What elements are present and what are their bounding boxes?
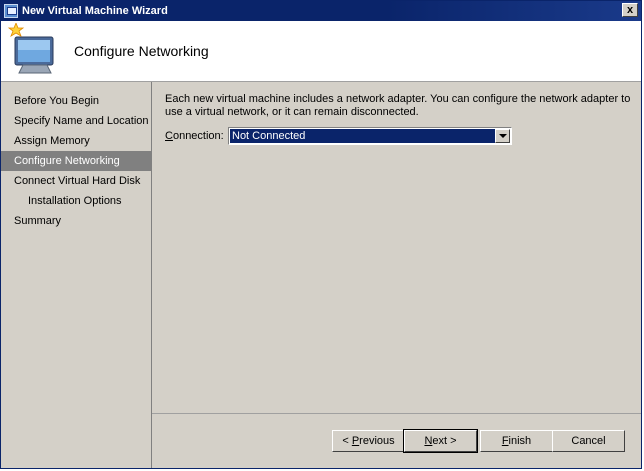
next-button-accesskey: N: [424, 435, 433, 447]
close-icon: x: [626, 3, 634, 16]
wizard-footer: < Previous Next > Finish Cancel: [152, 414, 641, 468]
previous-button[interactable]: < Previous: [332, 430, 405, 452]
finish-button[interactable]: Finish: [480, 430, 553, 452]
previous-button-accesskey: P: [351, 435, 360, 447]
cancel-button[interactable]: Cancel: [552, 430, 625, 452]
chevron-down-icon: [498, 134, 507, 138]
previous-button-label: revious: [359, 435, 395, 447]
new-vm-wizard-icon: [7, 23, 54, 74]
dropdown-button[interactable]: [495, 129, 510, 143]
next-button-label: ext >: [432, 435, 457, 447]
wizard-steps-nav: Before You Begin Specify Name and Locatio…: [1, 82, 152, 468]
wizard-window: New Virtual Machine Wizard x Configure N…: [0, 0, 642, 469]
nav-step-specify-name-and-location[interactable]: Specify Name and Location: [1, 111, 151, 131]
title-bar[interactable]: New Virtual Machine Wizard x: [1, 1, 641, 21]
nav-step-summary[interactable]: Summary: [1, 211, 151, 231]
nav-step-configure-networking[interactable]: Configure Networking: [1, 151, 151, 171]
nav-step-before-you-begin[interactable]: Before You Begin: [1, 91, 151, 111]
app-window-icon: [4, 4, 18, 18]
connection-label-text: onnection:: [172, 130, 224, 142]
connection-label: Connection:: [165, 130, 224, 142]
cancel-button-label: Cancel: [571, 435, 606, 447]
connection-label-accesskey: C: [165, 130, 173, 142]
window-title: New Virtual Machine Wizard: [22, 5, 168, 17]
previous-button-prefix: <: [342, 435, 352, 447]
finish-button-label: inish: [508, 435, 532, 447]
page-title: Configure Networking: [74, 43, 209, 59]
wizard-header: Configure Networking: [1, 21, 641, 82]
nav-step-connect-virtual-hard-disk[interactable]: Connect Virtual Hard Disk: [1, 171, 151, 191]
page-content: Each new virtual machine includes a netw…: [152, 82, 641, 414]
close-button[interactable]: x: [622, 3, 638, 17]
connection-select[interactable]: Not Connected: [228, 127, 512, 145]
finish-button-accesskey: F: [501, 435, 509, 447]
page-description: Each new virtual machine includes a netw…: [165, 93, 631, 118]
connection-select-value: Not Connected: [230, 129, 495, 143]
next-button[interactable]: Next >: [403, 429, 478, 453]
nav-step-installation-options[interactable]: Installation Options: [1, 191, 151, 211]
nav-step-assign-memory[interactable]: Assign Memory: [1, 131, 151, 151]
